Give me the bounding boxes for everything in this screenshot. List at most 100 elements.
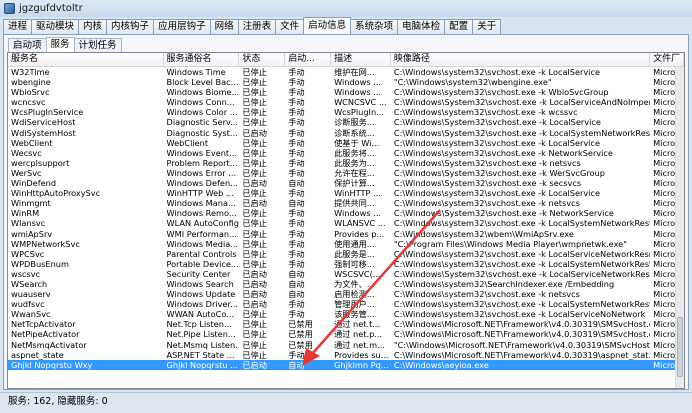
table-cell: 为文件、... <box>334 278 375 289</box>
main-tab[interactable]: 应用层钩子 <box>153 19 211 34</box>
startup-info-panel: 启动项 服务 计划任务 服务名 服务通俗名 状态 启动... 描述 映像路径 文件厂 W32Ti… <box>3 34 689 390</box>
table-cell: C:\Windows\system32\svchost.exe -k Local… <box>393 218 651 229</box>
table-row[interactable]: WSearch Windows Search 已启动 自动 为文件、... C:\Wind… <box>8 279 684 289</box>
sub-tab[interactable]: 启动项 <box>8 38 47 52</box>
table-cell: C:\Windows\System32\svchost.exe -k Local… <box>393 268 651 279</box>
table-cell: 已停止 <box>242 248 267 259</box>
table-row[interactable]: WPCSvc Parental Controls 已停止 手动 此服务是... C:\Wi… <box>8 249 684 259</box>
table-cell: 已启动 <box>242 127 267 138</box>
table-cell: 已停止 <box>242 87 267 98</box>
table-cell: 此服务是... <box>334 248 375 259</box>
table-row[interactable]: W32Time Windows Time 已停止 手动 维护在网... C:\Window… <box>8 67 684 77</box>
main-tab[interactable]: 网络 <box>209 19 239 34</box>
table-row[interactable]: WinRM Windows Remo... 已停止 手动 Windows ... C:\W… <box>8 208 684 218</box>
table-cell: C:\Windows\System32\svchost.exe -k Netwo… <box>393 208 614 219</box>
table-cell: Winmgmt <box>11 198 51 209</box>
column-header[interactable]: 服务通俗名 <box>164 53 240 66</box>
table-row[interactable]: wercplsupport Problem Report... 已停止 手动 此服务为.… <box>8 158 684 168</box>
table-cell: 手动 <box>288 167 305 178</box>
main-tab[interactable]: 关于 <box>472 19 502 34</box>
table-cell: 该服务管... <box>334 309 375 320</box>
table-row[interactable]: wmiApSrv WMI Performan... 已停止 手动 Provides p.… <box>8 229 684 239</box>
table-cell: Ghjklmn Pq... <box>334 359 389 370</box>
table-cell: C:\Windows\system32\svchost.exe -k Netwo… <box>393 147 613 158</box>
table-cell: 管理用户... <box>334 299 375 310</box>
table-cell: C:\Windows\System32\svchost.exe -k Local… <box>393 117 601 128</box>
table-cell: 已停止 <box>242 107 267 118</box>
table-row[interactable]: NetMsmqActivator Net.Msmq Listen... 已停止 已禁用… <box>8 340 684 350</box>
vertical-scrollbar[interactable] <box>675 67 684 388</box>
table-row[interactable]: NetTcpActivator Net.Tcp Listen... 已停止 已禁用 通过… <box>8 319 684 329</box>
column-header[interactable]: 映像路径 <box>391 53 651 66</box>
main-tab[interactable]: 注册表 <box>237 19 277 34</box>
table-row[interactable]: WwanSvc WWAN AutoCo... 已停止 手动 该服务管... C:\Wind… <box>8 309 684 319</box>
main-tab[interactable]: 内核 <box>78 19 108 34</box>
table-cell: 诊断服务... <box>334 117 375 128</box>
table-row[interactable]: wbengine Block Level Bac... 已停止 手动 Windows .… <box>8 77 684 87</box>
table-row[interactable]: aspnet_state ASP.NET State ... 已停止 手动 Provid… <box>8 350 684 360</box>
table-cell: 自动 <box>288 289 305 300</box>
table-row[interactable]: NetPipeActivator Net.Pipe Listen... 已停止 已禁用… <box>8 329 684 339</box>
table-cell: 已禁用 <box>288 319 313 330</box>
sub-tab[interactable]: 计划任务 <box>73 38 122 52</box>
table-row[interactable]: wudfsvc Windows Driver... 已启动 手动 管理用户... C:\W… <box>8 299 684 309</box>
table-row[interactable]: WebClient WebClient 已停止 手动 使基于 Wi... C:\Windo… <box>8 138 684 148</box>
table-cell: WWAN AutoCo... <box>166 309 235 320</box>
table-cell: Windows Remo... <box>166 208 237 219</box>
table-cell: C:\Windows\system32\svchost.exe -k Local… <box>393 299 651 310</box>
table-cell: 已启动 <box>242 289 267 300</box>
table-cell: WinHTTP ... <box>334 188 381 199</box>
table-row[interactable]: Wecsvc Windows Event... 已停止 手动 此服务将... C:\Win… <box>8 148 684 158</box>
table-row[interactable]: wcncsvc Windows Conn... 已停止 手动 WCNCSVC ... C:… <box>8 97 684 107</box>
main-tab[interactable]: 进程 <box>3 19 33 34</box>
column-header[interactable]: 服务名 <box>8 53 164 66</box>
scrollbar-thumb[interactable] <box>677 317 683 377</box>
table-cell: 已启动 <box>242 359 267 370</box>
table-cell: 手动 <box>288 87 305 98</box>
table-row[interactable]: wuauserv Windows Update 已启动 自动 启用检测... C:\Win… <box>8 289 684 299</box>
table-cell: 手动 <box>288 67 305 77</box>
table-row[interactable]: WMPNetworkSvc Windows Media... 已停止 手动 使用通用..… <box>8 239 684 249</box>
table-cell: Windows Update <box>166 289 236 300</box>
table-cell: WMI Performan... <box>166 228 237 239</box>
main-tab[interactable]: 电脑体检 <box>397 19 446 34</box>
table-cell: C:\Windows\system32\svchost.exe -k Local… <box>393 309 646 320</box>
app-icon <box>4 3 15 14</box>
table-cell: NetTcpActivator <box>11 319 76 330</box>
table-row[interactable]: WerSvc Windows Error ... 已停止 手动 允许在程... C:\Wi… <box>8 168 684 178</box>
main-tab[interactable]: 文件 <box>275 19 305 34</box>
table-row[interactable]: WPDBusEnum Portable Device... 已停止 手动 强制可移...… <box>8 259 684 269</box>
table-cell: Windows Time <box>166 67 226 77</box>
column-header[interactable]: 文件厂 <box>650 53 684 66</box>
table-row[interactable]: wscsvc Security Center 已启动 自动 WSCSVC(... C:\W… <box>8 269 684 279</box>
column-header[interactable]: 状态 <box>239 53 286 66</box>
table-cell: 提供共同... <box>334 198 375 209</box>
main-tab[interactable]: 驱动模块 <box>31 19 80 34</box>
table-row[interactable]: Wlansvc WLAN AutoConfig 已停止 手动 WLANSVC ... C:… <box>8 218 684 228</box>
table-row[interactable]: WinHttpAutoProxySvc WinHTTP Web ... 已停止 手动 W… <box>8 188 684 198</box>
services-list[interactable]: 服务名 服务通俗名 状态 启动... 描述 映像路径 文件厂 W32Time Windows … <box>7 52 685 389</box>
table-row[interactable]: WcsPlugInService Windows Color ... 已停止 手动 Wc… <box>8 107 684 117</box>
table-row[interactable]: WbioSrvc Windows Biome... 已停止 手动 Windows ...… <box>8 87 684 97</box>
table-cell: 手动 <box>288 147 305 158</box>
column-header[interactable]: 启动... <box>285 53 332 66</box>
table-row[interactable]: Ghjkl Nopqrstu Wxy Ghjkl Nopqrstu ... 已启动 自… <box>8 359 684 370</box>
main-tab[interactable]: 系统杂项 <box>350 19 399 34</box>
table-cell: WbioSrvc <box>11 87 50 98</box>
main-tab[interactable]: 配置 <box>444 19 474 34</box>
table-row[interactable]: Winmgmt Windows Mana... 已启动 自动 提供共同... C:\Win… <box>8 198 684 208</box>
table-cell: 手动 <box>288 107 305 118</box>
main-tab[interactable]: 启动信息 <box>303 17 352 34</box>
table-cell: 保护计算... <box>334 178 375 189</box>
table-row[interactable]: WinDefend Windows Defen... 已启动 自动 保护计算... C:\… <box>8 178 684 188</box>
table-row[interactable]: WdiServiceHost Diagnostic Serv... 已停止 手动 诊断服… <box>8 117 684 127</box>
table-cell: 已停止 <box>242 188 267 199</box>
table-cell: 已禁用 <box>288 329 313 340</box>
table-cell: NetMsmqActivator <box>11 339 87 350</box>
table-cell: C:\Windows\Microsoft.NET\Framework\v4.0.… <box>393 329 651 340</box>
table-cell: Parental Controls <box>166 248 237 259</box>
sub-tab[interactable]: 服务 <box>45 37 75 52</box>
main-tab[interactable]: 内核钩子 <box>106 19 155 34</box>
column-header[interactable]: 描述 <box>331 53 391 66</box>
table-row[interactable]: WdiSystemHost Diagnostic Syst... 已启动 手动 诊断系统… <box>8 128 684 138</box>
